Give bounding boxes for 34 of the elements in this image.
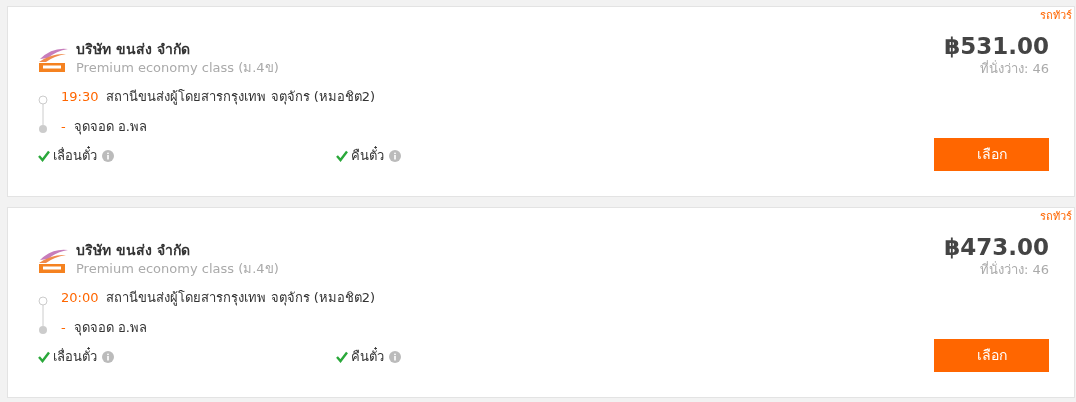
feature-label: เลื่อนตั๋ว (53, 146, 97, 165)
info-icon (102, 149, 114, 162)
info-icon (389, 350, 401, 363)
info-icon (389, 149, 401, 162)
seats-available: ที่นั่งว่าง: 46 (979, 60, 1049, 78)
check-icon (38, 350, 50, 363)
price: ฿531.00 (944, 32, 1049, 60)
check-icon (38, 149, 50, 162)
company-name: บริษัท ขนส่ง จำกัด (76, 40, 191, 59)
route-timeline-icon (38, 296, 48, 334)
stop-name: จุดจอด อ.พล (73, 319, 147, 337)
check-icon (336, 350, 348, 363)
bus-class: Premium economy class (ม.4ข) (76, 59, 279, 77)
select-button[interactable]: เลือก (934, 339, 1049, 372)
select-button[interactable]: เลือก (934, 138, 1049, 171)
stop-name: จุดจอด อ.พล (73, 118, 147, 136)
stop-time: 20:00 (61, 289, 99, 307)
info-icon (102, 350, 114, 363)
stop-name: สถานีขนส่งผู้โดยสารกรุงเทพ จตุจักร (หมอชิต2) (106, 88, 376, 106)
bus-class: Premium economy class (ม.4ข) (76, 260, 279, 278)
stop-time: - (61, 319, 66, 337)
stop-time: 19:30 (61, 88, 99, 106)
feature-label: คืนตั๋ว (351, 146, 384, 165)
feature-label: เลื่อนตั๋ว (53, 347, 97, 366)
check-icon (336, 149, 348, 162)
route-timeline-icon (38, 95, 48, 133)
bus-type-tag: รถทัวร์ (1040, 210, 1072, 224)
bus-type-tag: รถทัวร์ (1040, 9, 1072, 23)
company-name: บริษัท ขนส่ง จำกัด (76, 241, 191, 260)
feature-label: คืนตั๋ว (351, 347, 384, 366)
price: ฿473.00 (944, 233, 1049, 261)
stop-name: สถานีขนส่งผู้โดยสารกรุงเทพ จตุจักร (หมอชิต2) (106, 289, 376, 307)
seats-available: ที่นั่งว่าง: 46 (979, 261, 1049, 279)
stop-time: - (61, 118, 66, 136)
